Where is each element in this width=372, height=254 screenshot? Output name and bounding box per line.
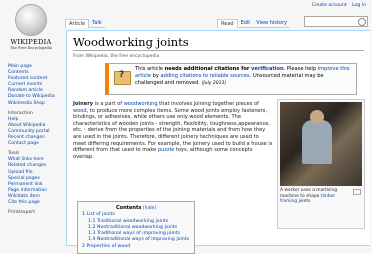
- enlarge-icon[interactable]: [353, 189, 361, 195]
- search-icon[interactable]: [358, 18, 366, 26]
- article-content: Woodworking joints From Wikipedia, the f…: [66, 30, 370, 254]
- logo-tagline: The Free Encyclopedia: [10, 46, 52, 50]
- notice-text: . Please help: [283, 66, 318, 72]
- sidebar-item-contact[interactable]: Contact page: [8, 141, 62, 147]
- site-tagline: From Wikipedia, the free encyclopedia: [73, 54, 160, 59]
- globe-icon: [15, 4, 47, 36]
- sidebar-item-shop[interactable]: Wikimedia Shop: [8, 101, 62, 107]
- intro-text: that involves joining together pieces of: [157, 101, 259, 107]
- sidebar: Main page Contents Featured content Curr…: [8, 64, 62, 216]
- woodworking-link[interactable]: woodworking: [124, 101, 158, 107]
- search-input[interactable]: [304, 16, 368, 27]
- toc-item[interactable]: 1.4 Nontraditional ways of improving joi…: [82, 237, 190, 243]
- wikipedia-logo[interactable]: WIKIPEDIA The Free Encyclopedia: [6, 4, 56, 50]
- personal-tools: Create account Log in: [308, 3, 366, 8]
- intro-paragraph: Joinery is a part of woodworking that in…: [73, 101, 273, 160]
- caption-text: joints: [297, 199, 311, 205]
- toc-item[interactable]: 2 Properties of wood: [82, 244, 190, 250]
- table-of-contents: Contents [hide] 1 List of joints 1.1 Tra…: [77, 201, 195, 254]
- tab-read[interactable]: Read: [217, 19, 238, 28]
- wood-link[interactable]: wood: [73, 108, 87, 114]
- notice-bold: needs additional citations for: [164, 66, 252, 72]
- tab-talk[interactable]: Talk: [89, 19, 105, 28]
- verification-link[interactable]: verification: [251, 66, 284, 72]
- question-book-icon: [114, 71, 131, 85]
- notice-text: This article: [135, 66, 165, 72]
- namespace-tabs: Article Talk: [65, 19, 105, 28]
- page-title: Woodworking joints: [73, 35, 364, 51]
- tab-article[interactable]: Article: [65, 19, 90, 28]
- sidebar-heading-print[interactable]: Print/export: [8, 210, 62, 216]
- notice-date: (July 2013): [201, 80, 227, 86]
- tab-view-history[interactable]: View history: [253, 19, 290, 28]
- sidebar-item-cite-page[interactable]: Cite this page: [8, 200, 62, 206]
- sidebar-item-donate[interactable]: Donate to Wikipedia: [8, 94, 62, 100]
- reliable-sources-link[interactable]: adding citations to reliable sources: [160, 73, 249, 79]
- view-tabs: Read Edit View history: [217, 19, 290, 28]
- puzzle-link[interactable]: puzzle: [158, 147, 174, 153]
- thumbnail: A worker uses a mortising machine to sha…: [277, 99, 365, 229]
- tab-edit[interactable]: Edit: [237, 19, 254, 28]
- logo-wordmark: WIKIPEDIA: [10, 38, 52, 46]
- toc-hide-toggle[interactable]: [hide]: [143, 206, 156, 211]
- create-account-link[interactable]: Create account: [312, 3, 347, 8]
- intro-text: is a part of: [93, 101, 124, 107]
- toc-heading: Contents: [115, 205, 142, 211]
- thumbnail-caption: A worker uses a mortising machine to sha…: [280, 188, 362, 205]
- citation-notice: This article needs additional citations …: [105, 63, 357, 95]
- mortising-machine-photo[interactable]: [280, 102, 362, 186]
- intro-bold-term: Joinery: [73, 101, 94, 107]
- log-in-link[interactable]: Log in: [352, 3, 366, 8]
